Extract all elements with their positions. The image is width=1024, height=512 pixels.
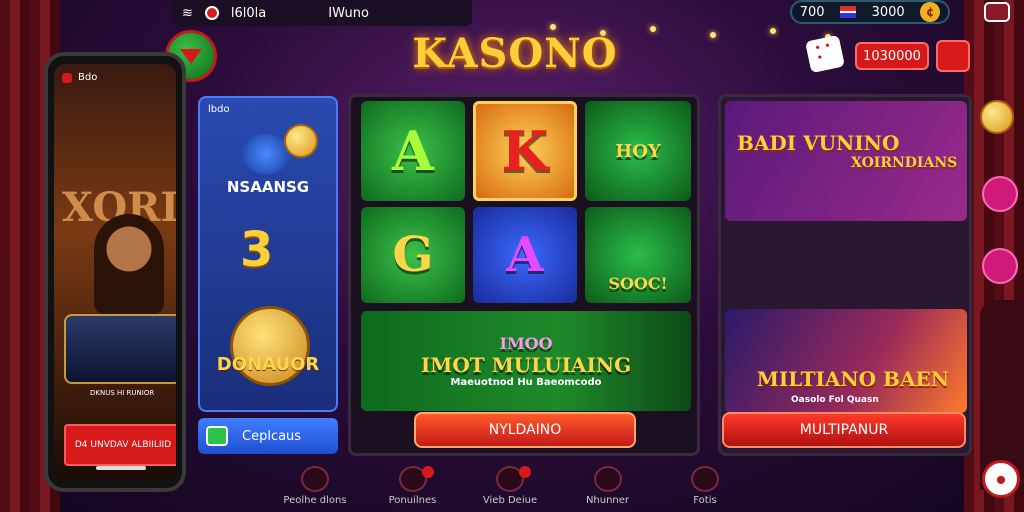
nav-item-1[interactable]: Peolhe dlons bbox=[270, 466, 360, 512]
notification-dot bbox=[421, 466, 434, 478]
banner-badge: IMOO bbox=[499, 334, 553, 353]
left-panel-badge-label: DONAUOR bbox=[216, 354, 320, 375]
wallet-amount-right: 3000 bbox=[871, 4, 905, 20]
nav-label-3: Vieb Deiue bbox=[482, 495, 538, 506]
left-panel-number: 3 bbox=[240, 222, 274, 278]
phone-header: Bdo bbox=[78, 72, 98, 83]
flag-icon bbox=[840, 6, 857, 18]
heart-icon bbox=[593, 466, 622, 492]
game-tile-g[interactable]: G bbox=[361, 207, 465, 303]
left-panel-tag: lbdo bbox=[208, 104, 230, 115]
nav-item-4[interactable]: Nhunner bbox=[563, 466, 653, 512]
slot-machine-image bbox=[64, 314, 176, 384]
game-tile-k[interactable]: K bbox=[473, 101, 577, 201]
coin-stack-icon bbox=[284, 124, 318, 158]
leaf-icon bbox=[242, 134, 290, 174]
phone-cta-button[interactable]: D4 UNVDAV ALBIILIID bbox=[64, 424, 176, 466]
chat-icon[interactable] bbox=[984, 2, 1010, 22]
game-tile-a2[interactable]: A bbox=[473, 207, 577, 303]
left-panel-button[interactable]: Ceplcaus bbox=[198, 418, 338, 454]
play-now-button[interactable]: NYLDAINO bbox=[414, 412, 636, 448]
phone-mockup: Bdo XORI DKNUS HI RUNIOR D4 UNVDAV ALBII… bbox=[44, 52, 186, 492]
nav-label-5: Fotis bbox=[693, 495, 717, 506]
promo-top-subtitle: XOIRNDIANS bbox=[851, 155, 958, 171]
right-promo-panel: BADI VUNINO XOIRNDIANS MILTIANO BAEN Oas… bbox=[718, 94, 972, 456]
dice-icon[interactable] bbox=[805, 34, 845, 74]
status-right-text: IWuno bbox=[328, 5, 369, 21]
phone-slot-label: DKNUS HI RUNIOR bbox=[90, 389, 155, 397]
featured-game-banner[interactable]: IMOO IMOT MULUIAING Maeuotnod Hu Baeomco… bbox=[361, 311, 691, 411]
heart-icon bbox=[691, 466, 719, 492]
support-badge-icon[interactable]: ⬤ bbox=[982, 460, 1020, 498]
nav-label-4: Nhunner bbox=[585, 495, 630, 506]
left-promo-panel[interactable]: lbdo NSAANSG 3 DONAUOR bbox=[198, 96, 338, 412]
left-panel-button-label: Ceplcaus bbox=[242, 428, 302, 444]
wallet-amount-left: 700 bbox=[799, 4, 825, 20]
banner-title: IMOT MULUIAING bbox=[420, 353, 632, 377]
game-tile-sooc[interactable]: SOOC! bbox=[585, 207, 691, 303]
status-left-text: l6l0la bbox=[230, 5, 267, 21]
gift-icon[interactable] bbox=[982, 248, 1018, 284]
game-grid-panel: A K HOY G A SOOC! IMOO IMOT MULUIAING Ma… bbox=[348, 94, 700, 456]
home-icon bbox=[301, 466, 329, 492]
phone-home-indicator bbox=[96, 466, 146, 470]
promo-bottom-subtitle: Oasolo Fol Quasn bbox=[791, 395, 879, 405]
promo-top-title: BADI VUNINO bbox=[737, 131, 900, 155]
game-tile-hoy[interactable]: HOY bbox=[585, 101, 691, 201]
promo-tile-bottom[interactable]: MILTIANO BAEN Oasolo Fol Quasn bbox=[725, 309, 967, 413]
heart-icon[interactable] bbox=[982, 176, 1018, 212]
balance-button[interactable]: 1030000 bbox=[855, 42, 929, 70]
nav-label-1: Peolhe dlons bbox=[283, 495, 347, 506]
promo-tile-top[interactable]: BADI VUNINO XOIRNDIANS bbox=[725, 101, 967, 221]
phone-person-image bbox=[94, 214, 164, 314]
nav-item-3[interactable]: Vieb Deiue bbox=[465, 466, 555, 512]
chat-bubble-icon bbox=[206, 426, 228, 446]
brand-title: KASONO bbox=[412, 30, 618, 77]
wallet-bar[interactable]: 700 3000 ¢ bbox=[790, 0, 950, 24]
menu-button[interactable] bbox=[936, 40, 970, 72]
coin-icon: ¢ bbox=[920, 2, 941, 22]
phone-screen: Bdo XORI DKNUS HI RUNIOR D4 UNVDAV ALBII… bbox=[54, 64, 176, 480]
game-tile-a[interactable]: A bbox=[361, 101, 465, 201]
status-bar: ≋ l6l0la IWuno bbox=[172, 0, 472, 26]
left-panel-title: NSAANSG bbox=[226, 178, 310, 196]
bottom-navigation: Peolhe dlons Ponuilnes Vieb Deiue Nhunne… bbox=[270, 466, 750, 512]
promo-bottom-title: MILTIANO BAEN bbox=[756, 367, 949, 391]
record-icon bbox=[204, 6, 219, 20]
nav-label-2: Ponuilnes bbox=[388, 495, 437, 506]
nav-item-2[interactable]: Ponuilnes bbox=[368, 466, 458, 512]
notification-dot bbox=[519, 466, 531, 478]
multiplayer-button[interactable]: MULTIPANUR bbox=[722, 412, 966, 448]
banner-subtitle: Maeuotnod Hu Baeomcodo bbox=[450, 377, 602, 388]
wifi-icon: ≋ bbox=[182, 5, 193, 21]
phone-app-icon bbox=[62, 72, 72, 83]
coin-icon bbox=[980, 100, 1014, 134]
nav-item-5[interactable]: Fotis bbox=[660, 466, 750, 512]
